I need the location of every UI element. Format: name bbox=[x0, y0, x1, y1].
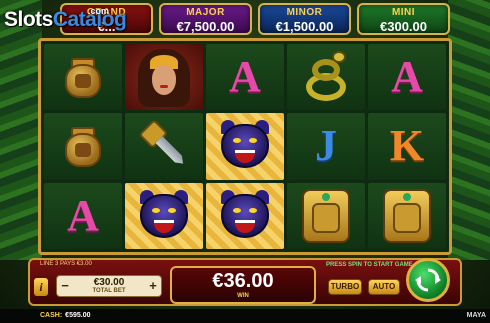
symbol-a: A bbox=[67, 190, 99, 240]
reel-5: AK bbox=[368, 44, 446, 249]
reel-grid: AAJAK bbox=[38, 38, 452, 255]
bet-decrease-button[interactable]: − bbox=[58, 276, 72, 296]
autoplay-button[interactable]: AUTO bbox=[368, 279, 400, 295]
panther-icon bbox=[217, 118, 273, 174]
spin-button[interactable] bbox=[406, 258, 450, 302]
gold-mask-icon bbox=[298, 187, 354, 245]
info-button[interactable]: i bbox=[34, 278, 48, 296]
reel-cell bbox=[125, 182, 203, 249]
cash-display: CASH: €595.00 bbox=[40, 309, 90, 323]
symbol-a: A bbox=[391, 52, 423, 102]
reel-cell: A bbox=[206, 44, 284, 111]
gold-mask-icon bbox=[379, 187, 435, 245]
reel-cell: A bbox=[44, 182, 122, 249]
symbol-k: K bbox=[389, 121, 425, 171]
reel-cell: K bbox=[368, 113, 446, 180]
jungle-foliage-right bbox=[448, 0, 490, 260]
panther-icon bbox=[217, 188, 273, 244]
symbol-a: A bbox=[229, 52, 261, 102]
reel-cell bbox=[287, 182, 365, 249]
snake-icon bbox=[298, 49, 354, 105]
reel-2 bbox=[125, 44, 203, 249]
reel-3: A bbox=[206, 44, 284, 249]
reel-cell bbox=[125, 44, 203, 111]
cash-value: €595.00 bbox=[65, 312, 91, 319]
reel-cell bbox=[125, 113, 203, 180]
watermark-domain: .com bbox=[88, 6, 110, 16]
reel-1: A bbox=[44, 44, 122, 249]
maya-queen-icon bbox=[132, 45, 196, 109]
turbo-button[interactable]: TURBO bbox=[328, 279, 362, 295]
game-tag: MAYA bbox=[466, 312, 486, 319]
win-label: WIN bbox=[237, 293, 249, 299]
reel-cell bbox=[368, 182, 446, 249]
reel-cell bbox=[44, 113, 122, 180]
gold-pot-icon bbox=[61, 123, 105, 169]
line-win-text: LINE 3 PAYS €3.00 bbox=[40, 261, 92, 267]
bet-amount: €30.00 bbox=[93, 277, 125, 288]
jackpot-mini-value: €300.00 bbox=[380, 19, 427, 34]
reel-4: J bbox=[287, 44, 365, 249]
jackpot-major-title: MAJOR bbox=[186, 7, 225, 18]
cash-label: CASH: bbox=[40, 312, 63, 319]
game-stage: GRAND €... MAJOR €7,500.00 MINOR €1,500.… bbox=[0, 0, 490, 323]
gold-pot-icon bbox=[61, 54, 105, 100]
jackpot-minor: MINOR €1,500.00 bbox=[258, 3, 351, 35]
jungle-foliage-left bbox=[0, 0, 42, 260]
dagger-icon bbox=[125, 113, 203, 179]
jackpot-minor-value: €1,500.00 bbox=[275, 19, 334, 34]
jackpot-major: MAJOR €7,500.00 bbox=[159, 3, 252, 35]
reel-cell bbox=[206, 182, 284, 249]
bet-increase-button[interactable]: + bbox=[146, 276, 160, 296]
status-bar: CASH: €595.00 MAYA bbox=[0, 309, 490, 323]
panther-icon bbox=[136, 188, 192, 244]
reel-cell: A bbox=[368, 44, 446, 111]
jackpot-mini-title: MINI bbox=[391, 7, 416, 18]
win-amount: €36.00 bbox=[212, 270, 274, 292]
reel-cell: J bbox=[287, 113, 365, 180]
spin-arrows-icon bbox=[415, 268, 441, 292]
press-spin-hint: PRESS SPIN TO START GAME bbox=[326, 262, 413, 268]
reel-cell bbox=[44, 44, 122, 111]
reel-cell bbox=[206, 113, 284, 180]
watermark-brand: Slots bbox=[4, 8, 53, 31]
jackpot-major-value: €7,500.00 bbox=[176, 19, 235, 34]
win-display: €36.00 WIN bbox=[170, 266, 316, 304]
symbol-j: J bbox=[315, 121, 337, 171]
jackpot-minor-title: MINOR bbox=[286, 7, 323, 18]
bet-selector: − €30.00 TOTAL BET + bbox=[56, 275, 162, 297]
jackpot-mini: MINI €300.00 bbox=[357, 3, 450, 35]
bet-label: TOTAL BET bbox=[92, 288, 126, 294]
reel-cell bbox=[287, 44, 365, 111]
